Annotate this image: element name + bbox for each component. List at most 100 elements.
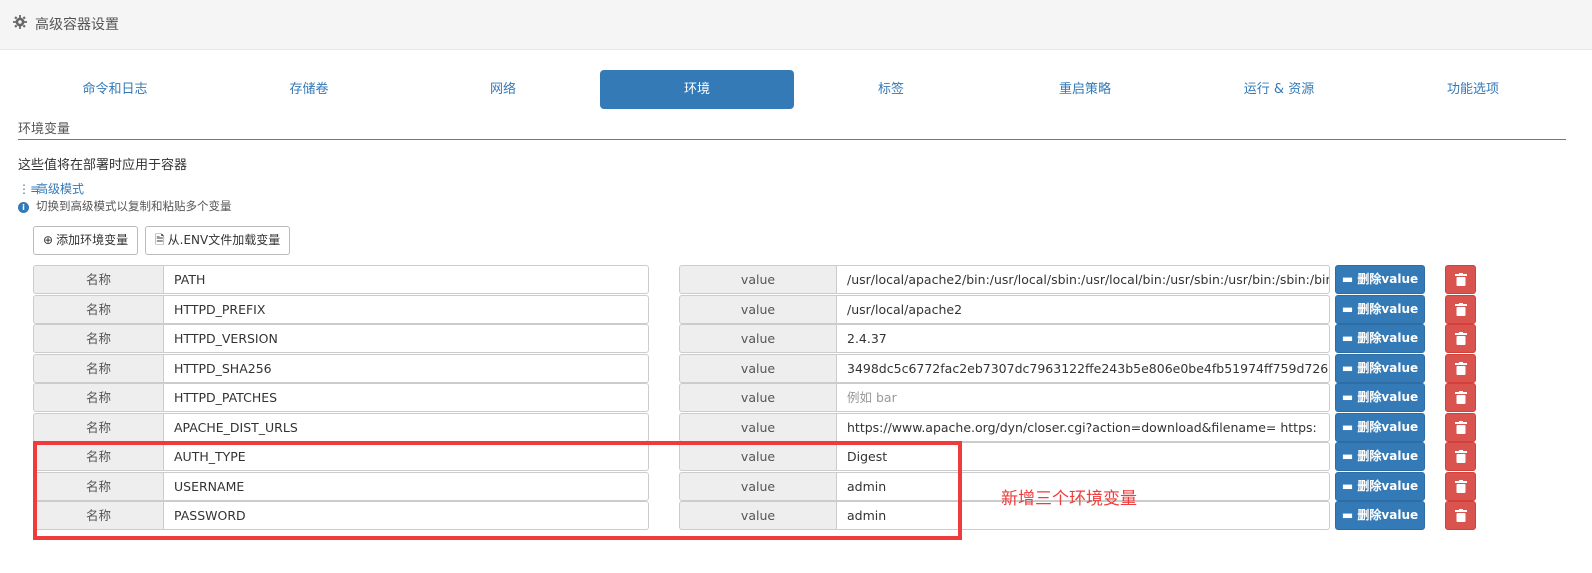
- remove-value-button[interactable]: ▬ 删除value: [1335, 265, 1425, 294]
- minus-icon: ▬: [1341, 301, 1354, 316]
- delete-row-button[interactable]: [1445, 353, 1476, 383]
- env-var-row: 名称 HTTPD_PATCHES value 例如 bar ▬ 删除value: [0, 383, 1592, 412]
- name-label: 名称: [33, 324, 163, 353]
- name-label: 名称: [33, 294, 163, 324]
- list-icon: ⋮≡: [18, 182, 41, 196]
- env-var-row: 名称 HTTPD_SHA256 value 3498dc5c6772fac2eb730…: [0, 353, 1592, 383]
- delete-row-button[interactable]: [1445, 324, 1476, 353]
- remove-value-label: 删除value: [1357, 390, 1419, 404]
- env-name-input[interactable]: APACHE_DIST_URLS: [163, 412, 649, 442]
- advanced-mode-link[interactable]: ⋮≡高级模式: [18, 180, 84, 197]
- minus-icon: ▬: [1341, 478, 1354, 493]
- delete-row-button[interactable]: [1445, 471, 1476, 501]
- remove-value-button[interactable]: ▬ 删除value: [1335, 294, 1425, 324]
- tab-env[interactable]: 环境: [600, 70, 794, 109]
- env-value-input[interactable]: Digest: [836, 442, 1330, 471]
- name-label: 名称: [33, 353, 163, 383]
- minus-icon: ▬: [1341, 272, 1354, 286]
- delete-row-button[interactable]: [1445, 294, 1476, 324]
- remove-value-button[interactable]: ▬ 删除value: [1335, 412, 1425, 442]
- env-value-input[interactable]: 例如 bar: [836, 383, 1330, 412]
- advanced-mode-label: 高级模式: [36, 182, 85, 196]
- env-name-input[interactable]: HTTPD_VERSION: [163, 324, 649, 353]
- name-label: 名称: [33, 442, 163, 471]
- env-value-input[interactable]: 3498dc5c6772fac2eb7307dc7963122ffe243b5e…: [836, 353, 1330, 383]
- remove-value-label: 删除value: [1357, 508, 1419, 522]
- env-name-input[interactable]: HTTPD_PATCHES: [163, 383, 649, 412]
- remove-value-button[interactable]: ▬ 删除value: [1335, 324, 1425, 353]
- minus-icon: ▬: [1341, 331, 1354, 345]
- remove-value-label: 删除value: [1357, 301, 1419, 316]
- env-var-row: 名称 PASSWORD value admin ▬ 删除value: [0, 501, 1592, 530]
- tab-restart-policy[interactable]: 重启策略: [988, 70, 1182, 109]
- env-name-input[interactable]: HTTPD_SHA256: [163, 353, 649, 383]
- env-var-row: 名称 APACHE_DIST_URLS value https://www.apach…: [0, 412, 1592, 442]
- section-title: 环境变量: [18, 118, 1566, 140]
- settings-tabs: 命令和日志 存储卷 网络 环境 标签 重启策略 运行 & 资源 功能选项: [18, 70, 1566, 110]
- remove-value-button[interactable]: ▬ 删除value: [1335, 383, 1425, 412]
- annotation-text: 新增三个环境变量: [1001, 489, 1137, 509]
- delete-row-button[interactable]: [1445, 442, 1476, 471]
- env-value-input[interactable]: /usr/local/apache2: [836, 294, 1330, 324]
- remove-value-label: 删除value: [1357, 449, 1419, 463]
- env-var-row: 名称 USERNAME value admin ▬ 删除value: [0, 471, 1592, 501]
- env-name-input[interactable]: USERNAME: [163, 471, 649, 501]
- name-label: 名称: [33, 501, 163, 530]
- plus-circle-icon: ⊕: [43, 233, 54, 247]
- remove-value-button[interactable]: ▬ 删除value: [1335, 353, 1425, 383]
- tab-command-logging[interactable]: 命令和日志: [18, 70, 212, 109]
- minus-icon: ▬: [1341, 390, 1354, 404]
- env-value-input[interactable]: https://www.apache.org/dyn/closer.cgi?ac…: [836, 412, 1330, 442]
- env-var-row: 名称 HTTPD_PREFIX value/usr/local/apache2 ▬ 删…: [0, 294, 1592, 324]
- hint-text: 切换到高级模式以复制和粘贴多个变量: [36, 199, 232, 213]
- minus-icon: ▬: [1341, 449, 1354, 463]
- minus-icon: ▬: [1341, 419, 1354, 434]
- advanced-mode-hint: i 切换到高级模式以复制和粘贴多个变量: [18, 198, 232, 214]
- load-env-file-label: 从.ENV文件加载变量: [167, 233, 281, 247]
- remove-value-label: 删除value: [1357, 360, 1419, 375]
- delete-row-button[interactable]: [1445, 412, 1476, 442]
- value-label: value: [679, 353, 836, 383]
- add-env-var-button[interactable]: ⊕ 添加环境变量: [33, 226, 139, 255]
- env-name-input[interactable]: PASSWORD: [163, 501, 649, 530]
- value-label: value: [679, 294, 836, 324]
- env-name-input[interactable]: HTTPD_PREFIX: [163, 294, 649, 324]
- tab-capabilities[interactable]: 功能选项: [1376, 70, 1570, 109]
- name-label: 名称: [33, 265, 163, 294]
- env-value-input[interactable]: /usr/local/apache2/bin:/usr/local/sbin:/…: [836, 265, 1330, 294]
- delete-row-button[interactable]: [1445, 501, 1476, 530]
- env-name-input[interactable]: PATH: [163, 265, 649, 294]
- minus-icon: ▬: [1341, 360, 1354, 375]
- gear-icon: [13, 15, 27, 29]
- file-upload-icon: 🗎: [155, 233, 165, 247]
- value-label: value: [679, 442, 836, 471]
- tab-volumes[interactable]: 存储卷: [212, 70, 406, 109]
- value-label: value: [679, 324, 836, 353]
- name-label: 名称: [33, 471, 163, 501]
- remove-value-button[interactable]: ▬ 删除value: [1335, 471, 1425, 501]
- value-label: value: [679, 471, 836, 501]
- tab-labels[interactable]: 标签: [794, 70, 988, 109]
- tab-runtime-resources[interactable]: 运行 & 资源: [1182, 70, 1376, 109]
- page-header: 高级容器设置: [0, 0, 1592, 50]
- name-label: 名称: [33, 383, 163, 412]
- name-label: 名称: [33, 412, 163, 442]
- value-label: value: [679, 383, 836, 412]
- load-env-file-button[interactable]: 🗎 从.ENV文件加载变量: [145, 226, 291, 255]
- env-description: 这些值将在部署时应用于容器: [18, 158, 188, 173]
- remove-value-label: 删除value: [1357, 331, 1419, 345]
- env-name-input[interactable]: AUTH_TYPE: [163, 442, 649, 471]
- page-title: 高级容器设置: [35, 17, 119, 33]
- env-var-row: 名称 PATH value/usr/local/apache2/bin:/usr/l…: [0, 265, 1592, 294]
- tab-network[interactable]: 网络: [406, 70, 600, 109]
- remove-value-button[interactable]: ▬ 删除value: [1335, 501, 1425, 530]
- delete-row-button[interactable]: [1445, 265, 1476, 294]
- value-label: value: [679, 501, 836, 530]
- env-value-input[interactable]: 2.4.37: [836, 324, 1330, 353]
- delete-row-button[interactable]: [1445, 383, 1476, 412]
- remove-value-button[interactable]: ▬ 删除value: [1335, 442, 1425, 471]
- remove-value-label: 删除value: [1357, 272, 1419, 286]
- value-label: value: [679, 265, 836, 294]
- remove-value-label: 删除value: [1357, 478, 1419, 493]
- minus-icon: ▬: [1341, 508, 1354, 522]
